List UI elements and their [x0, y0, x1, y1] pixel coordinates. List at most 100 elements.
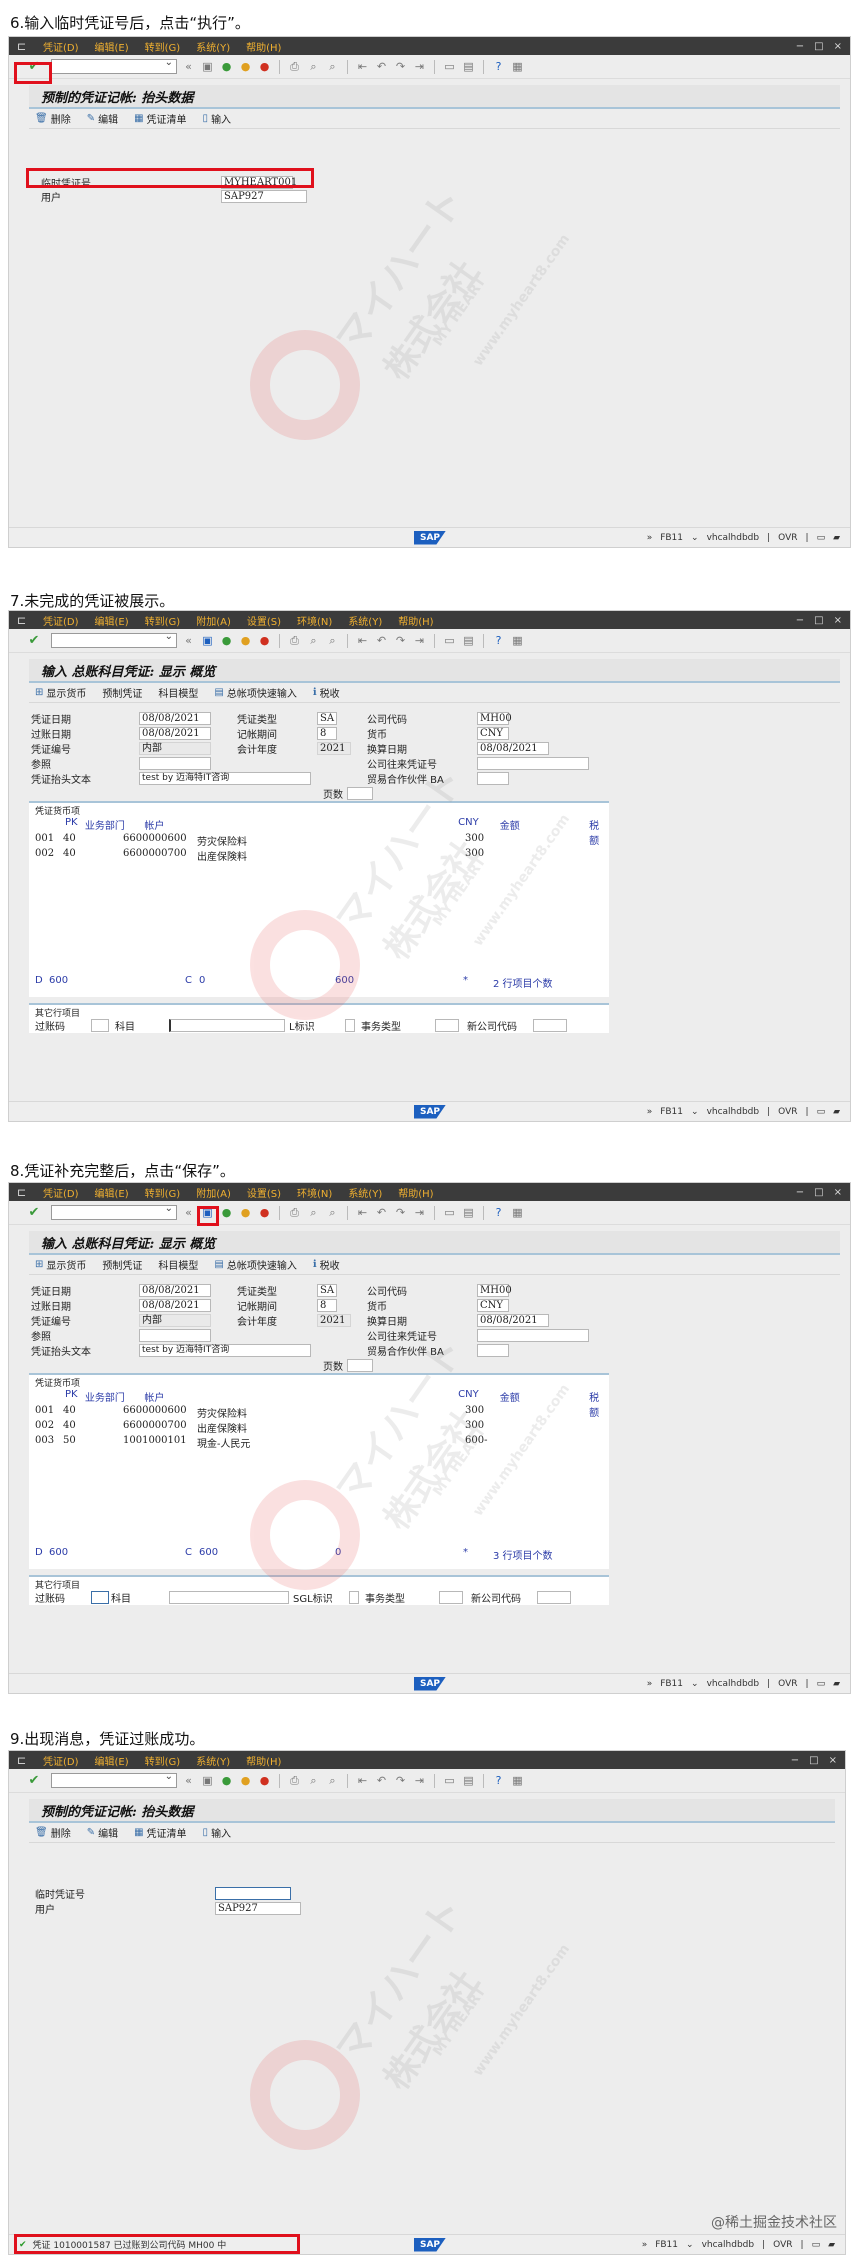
tax-button[interactable]: ℹ 税收 — [313, 1257, 340, 1272]
menu-help[interactable]: 帮助(H) — [246, 39, 281, 54]
double-left-icon[interactable]: « — [181, 59, 196, 74]
first-page-icon[interactable]: ⇤ — [355, 59, 370, 74]
menu-icon[interactable]: ⊏ — [17, 614, 43, 627]
first-page-icon[interactable]: ⇤ — [355, 633, 370, 648]
menu-document[interactable]: 凭证(D) — [43, 1185, 79, 1200]
back-icon[interactable]: ● — [219, 59, 234, 74]
page-input[interactable] — [347, 1359, 373, 1372]
help-icon[interactable]: ? — [491, 59, 506, 74]
exit-icon[interactable]: ● — [238, 59, 253, 74]
cancel-icon[interactable]: ● — [257, 1773, 272, 1788]
prev-page-icon[interactable]: ↶ — [374, 1205, 389, 1220]
menu-icon[interactable]: ⊏ — [17, 1754, 43, 1767]
maximize-icon[interactable]: □ — [814, 1187, 823, 1198]
new-company-input[interactable] — [533, 1019, 567, 1032]
period-input[interactable]: 8 — [317, 1299, 337, 1312]
help-icon[interactable]: ? — [491, 1205, 506, 1220]
maximize-icon[interactable]: □ — [814, 41, 823, 52]
save-icon[interactable]: ▣ — [200, 633, 215, 648]
park-document-button[interactable]: 预制凭证 — [102, 1257, 142, 1272]
shortcut-icon[interactable]: ▤ — [461, 1773, 476, 1788]
edit-button[interactable]: ✎ 编辑 — [87, 1825, 118, 1840]
partner-input[interactable] — [477, 1344, 509, 1357]
menu-extras[interactable]: 附加(A) — [196, 1185, 231, 1200]
execute-check-icon[interactable]: ✔ — [25, 1772, 43, 1790]
next-page-icon[interactable]: ↷ — [393, 1773, 408, 1788]
menu-environment[interactable]: 环境(N) — [297, 1185, 332, 1200]
edit-button[interactable]: ✎ 编辑 — [87, 111, 118, 126]
new-session-icon[interactable]: ▭ — [442, 59, 457, 74]
minimize-icon[interactable]: − — [796, 1187, 804, 1198]
command-field[interactable] — [51, 57, 177, 74]
transaction-code[interactable]: FB11 — [660, 1679, 683, 1689]
close-icon[interactable]: × — [829, 1755, 837, 1766]
find-icon[interactable]: ⌕ — [306, 1773, 321, 1788]
prev-page-icon[interactable]: ↶ — [374, 59, 389, 74]
menu-document[interactable]: 凭证(D) — [43, 39, 79, 54]
insert-mode[interactable]: OVR — [778, 533, 797, 543]
shortcut-icon[interactable]: ▤ — [461, 59, 476, 74]
menu-edit[interactable]: 编辑(E) — [95, 613, 129, 628]
post-date-input[interactable]: 08/08/2021 — [139, 1299, 211, 1312]
double-left-icon[interactable]: « — [181, 1205, 196, 1220]
execute-check-icon[interactable]: ✔ — [25, 1204, 43, 1222]
partner-input[interactable] — [477, 772, 509, 785]
print-icon[interactable]: ⎙ — [287, 633, 302, 648]
find-next-icon[interactable]: ⌕ — [325, 1773, 340, 1788]
minimize-icon[interactable]: − — [796, 615, 804, 626]
delete-button[interactable]: 🗑 删除 — [35, 111, 71, 126]
account-input[interactable] — [169, 1591, 289, 1604]
cancel-icon[interactable]: ● — [257, 59, 272, 74]
company-input[interactable]: MH00 — [477, 1284, 512, 1297]
exit-icon[interactable]: ● — [238, 1205, 253, 1220]
find-icon[interactable]: ⌕ — [306, 59, 321, 74]
company-input[interactable]: MH00 — [477, 712, 512, 725]
exit-icon[interactable]: ● — [238, 1773, 253, 1788]
doc-type-input[interactable]: SA — [317, 1284, 337, 1297]
doc-date-input[interactable]: 08/08/2021 — [139, 712, 211, 725]
insert-mode[interactable]: OVR — [778, 1107, 797, 1117]
user-input[interactable]: SAP927 — [221, 190, 307, 203]
doc-date-input[interactable]: 08/08/2021 — [139, 1284, 211, 1297]
header-text-input[interactable]: test by 迈海特IT咨询 — [139, 1344, 311, 1357]
last-page-icon[interactable]: ⇥ — [412, 633, 427, 648]
sgl-input[interactable] — [349, 1591, 359, 1604]
document-list-button[interactable]: ▦ 凭证清单 — [134, 111, 186, 126]
menu-help[interactable]: 帮助(H) — [398, 613, 433, 628]
new-company-input[interactable] — [537, 1591, 571, 1604]
trans-type-input[interactable] — [435, 1019, 459, 1032]
table-row[interactable]: 003 50 1001000101 現金-人民元 600- — [35, 1435, 487, 1450]
menu-goto[interactable]: 转到(G) — [145, 613, 181, 628]
last-page-icon[interactable]: ⇥ — [412, 59, 427, 74]
find-next-icon[interactable]: ⌕ — [325, 633, 340, 648]
intercompany-input[interactable] — [477, 757, 589, 770]
shortcut-icon[interactable]: ▤ — [461, 633, 476, 648]
back-icon[interactable]: ● — [219, 1773, 234, 1788]
next-page-icon[interactable]: ↷ — [393, 59, 408, 74]
tax-button[interactable]: ℹ 税收 — [313, 685, 340, 700]
insert-mode[interactable]: OVR — [773, 2240, 792, 2250]
first-page-icon[interactable]: ⇤ — [355, 1205, 370, 1220]
find-next-icon[interactable]: ⌕ — [325, 1205, 340, 1220]
menu-settings[interactable]: 设置(S) — [247, 613, 281, 628]
table-row[interactable]: 001 40 6600000600 劳灾保险料 300 — [35, 1405, 484, 1420]
layout-icon[interactable]: ▦ — [510, 59, 525, 74]
exit-icon[interactable]: ● — [238, 633, 253, 648]
page-input[interactable] — [347, 787, 373, 800]
last-page-icon[interactable]: ⇥ — [412, 1205, 427, 1220]
close-icon[interactable]: × — [834, 615, 842, 626]
back-icon[interactable]: ● — [219, 1205, 234, 1220]
menu-extras[interactable]: 附加(A) — [196, 613, 231, 628]
maximize-icon[interactable]: □ — [814, 615, 823, 626]
table-row[interactable]: 002 40 6600000700 出産保険料 300 — [35, 848, 484, 863]
shortcut-icon[interactable]: ▤ — [461, 1205, 476, 1220]
double-left-icon[interactable]: « — [181, 633, 196, 648]
prev-page-icon[interactable]: ↶ — [374, 1773, 389, 1788]
next-page-icon[interactable]: ↷ — [393, 633, 408, 648]
command-field[interactable] — [51, 1203, 177, 1220]
cancel-icon[interactable]: ● — [257, 1205, 272, 1220]
reference-input[interactable] — [139, 757, 211, 770]
post-date-input[interactable]: 08/08/2021 — [139, 727, 211, 740]
new-session-icon[interactable]: ▭ — [442, 1205, 457, 1220]
menu-goto[interactable]: 转到(G) — [145, 39, 181, 54]
